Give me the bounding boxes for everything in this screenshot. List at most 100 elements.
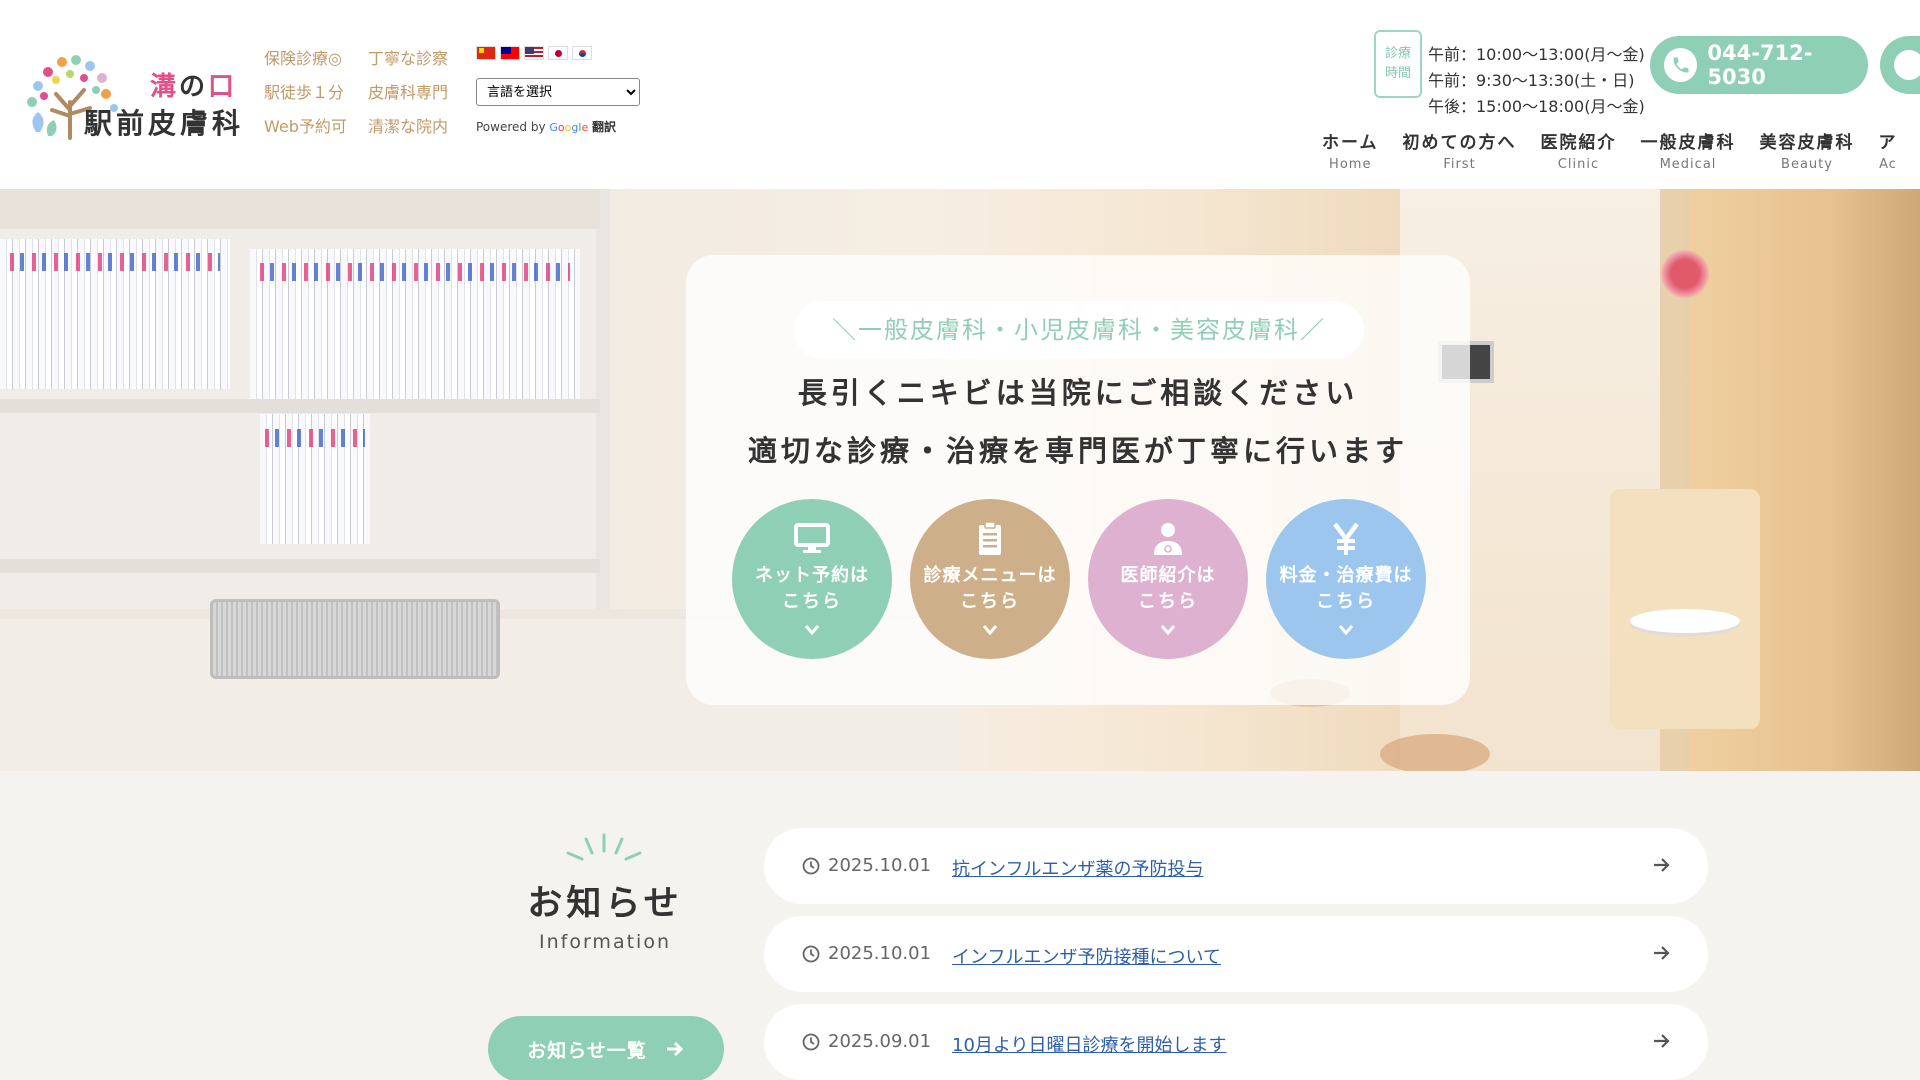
button-label-line2: こちら — [782, 591, 842, 612]
nav-label: ア — [1878, 133, 1898, 153]
nav-label: 初めての方へ — [1402, 133, 1517, 153]
button-label-line2: こちら — [1316, 591, 1376, 612]
news-date: 2025.09.01 — [828, 1031, 932, 1052]
chevron-down-icon — [982, 625, 998, 636]
floor-marker — [1380, 734, 1490, 771]
nav-sublabel: Clinic — [1557, 157, 1600, 172]
hero-heading-line2: 適切な診療・治療を専門医が丁寧に行います — [747, 434, 1408, 468]
doctor-introduction-button[interactable]: 医師紹介は こちら — [1088, 499, 1248, 659]
hours-line: 午前：9:30〜13:30(土・日) — [1428, 71, 1635, 90]
clinic-logo[interactable]: 溝の口 駅前皮膚科 — [18, 50, 248, 140]
news-date: 2025.10.01 — [828, 855, 932, 876]
flag-english-icon[interactable] — [524, 46, 544, 60]
button-label-line2: こちら — [960, 591, 1020, 612]
google-logo: Google — [549, 121, 589, 134]
flag-chinese-icon[interactable] — [476, 46, 496, 60]
hours-badge: 診療 時間 — [1374, 30, 1422, 98]
nav-sublabel: Ac — [1879, 157, 1897, 172]
nav-item-home[interactable]: ホーム Home — [1310, 132, 1391, 176]
nav-item-medical[interactable]: 一般皮膚科 Medical — [1629, 132, 1748, 176]
hours-list: 午前：10:00〜13:00(月〜金) 午前：9:30〜13:30(土・日) 午… — [1428, 42, 1645, 120]
flag-japanese-icon[interactable] — [548, 46, 568, 60]
arrow-right-icon — [666, 1041, 683, 1057]
flag-korean-icon[interactable] — [572, 46, 592, 60]
shelf-top — [0, 189, 600, 229]
logo-text-bottom: 駅前皮膚科 — [84, 107, 245, 140]
news-list-label: お知らせ一覧 — [527, 1039, 647, 1062]
binder-tabs — [10, 253, 220, 271]
phone-number: 044-712-5030 — [1707, 41, 1813, 89]
news-section: お知らせ Information お知らせ一覧 2025.10.01 抗インフル… — [0, 771, 1920, 1080]
nav-label: 美容皮膚科 — [1759, 133, 1855, 153]
hero-section: ＼一般皮膚科・小児皮膚科・美容皮膚科／ 長引くニキビは当院にご相談ください 適切… — [0, 189, 1920, 771]
sparkle-icon — [566, 833, 642, 861]
news-link[interactable]: 10月より日曜日診療を開始します — [952, 1031, 1227, 1057]
doctor-icon — [1154, 523, 1182, 555]
monitor-icon — [794, 523, 830, 553]
chevron-down-icon — [1160, 625, 1176, 636]
nav-item-clinic[interactable]: 医院紹介 Clinic — [1529, 132, 1629, 176]
logo-char-2: の — [179, 72, 209, 102]
online-reservation-button[interactable]: ネット予約は こちら — [732, 499, 892, 659]
arrow-right-icon — [1654, 946, 1670, 960]
button-label-line1: 医師紹介は — [1120, 565, 1216, 586]
nav-item-access[interactable]: ア Ac — [1867, 132, 1910, 176]
language-select[interactable]: 言語を選択 — [476, 78, 640, 106]
nav-sublabel: Medical — [1659, 157, 1717, 172]
nav-label: 医院紹介 — [1540, 133, 1617, 153]
shelf-board — [0, 399, 600, 413]
button-label-line1: ネット予約は — [755, 565, 869, 586]
news-list-button[interactable]: お知らせ一覧 — [488, 1016, 724, 1080]
news-link[interactable]: 抗インフルエンザ薬の予防投与 — [952, 855, 1203, 881]
hero-panel: ＼一般皮膚科・小児皮膚科・美容皮膚科／ 長引くニキビは当院にご相談ください 適切… — [686, 255, 1470, 705]
nav-sublabel: First — [1443, 157, 1476, 172]
feature-item: 駅徒歩１分 — [264, 83, 345, 102]
logo-text-top: 溝の口 — [150, 66, 237, 103]
language-flags — [476, 46, 646, 62]
yen-icon — [1333, 522, 1359, 555]
hero-buttons: ネット予約は こちら 診療メニューは こちら 医師紹介は こちら 料金・治療費は… — [732, 499, 1426, 659]
news-link[interactable]: インフルエンザ予防接種について — [952, 943, 1221, 969]
feature-item: 保険診療◎ — [264, 49, 342, 68]
news-item[interactable]: 2025.10.01 抗インフルエンザ薬の予防投与 — [764, 828, 1708, 904]
powered-by-google: Powered by Google 翻訳 — [476, 118, 646, 135]
feature-item: 清潔な院内 — [368, 117, 449, 136]
button-label-line1: 料金・治療費は — [1279, 565, 1413, 586]
news-heading: お知らせ — [527, 884, 683, 924]
binder-tabs — [260, 263, 570, 281]
flower-decoration — [1660, 249, 1710, 299]
news-date: 2025.10.01 — [828, 943, 932, 964]
web-reservation-button[interactable] — [1880, 36, 1920, 94]
translate-label[interactable]: 翻訳 — [592, 120, 616, 134]
feature-list: 保険診療◎ 丁寧な診察 駅徒歩１分 皮膚科専門 Web予約可 清潔な院内 — [264, 48, 472, 138]
main-nav: ホーム Home 初めての方へ First 医院紹介 Clinic 一般皮膚科 Medi… — [1310, 132, 1910, 176]
nav-item-beauty[interactable]: 美容皮膚科 Beauty — [1748, 132, 1867, 176]
translate-widget: 言語を選択 Powered by Google 翻訳 — [476, 46, 646, 135]
logo-char-1: 溝 — [150, 72, 180, 102]
logo-char-3: 口 — [208, 72, 238, 102]
nav-label: 一般皮膚科 — [1640, 133, 1736, 153]
stool — [1630, 609, 1740, 633]
fees-button[interactable]: 料金・治療費は こちら — [1266, 499, 1426, 659]
treatment-menu-button[interactable]: 診療メニューは こちら — [910, 499, 1070, 659]
nav-label: ホーム — [1322, 133, 1379, 153]
phone-button[interactable]: 044-712-5030 — [1650, 36, 1868, 94]
button-label-line2: こちら — [1138, 591, 1198, 612]
arrow-right-icon — [1654, 1034, 1670, 1048]
panel-heater — [210, 599, 500, 679]
powered-by-label: Powered by — [476, 120, 546, 134]
hours-badge-line1: 診療 — [1384, 46, 1411, 61]
hero-tagline: ＼一般皮膚科・小児皮膚科・美容皮膚科／ — [794, 301, 1364, 359]
hours-line: 午前：10:00〜13:00(月〜金) — [1428, 45, 1645, 64]
news-subheading: Information — [539, 931, 671, 953]
nav-sublabel: Home — [1329, 157, 1372, 172]
clock-icon — [802, 857, 820, 875]
site-header: 溝の口 駅前皮膚科 保険診療◎ 丁寧な診察 駅徒歩１分 皮膚科専門 Web予約可… — [0, 0, 1920, 189]
nav-item-first[interactable]: 初めての方へ First — [1391, 132, 1529, 176]
chevron-down-icon — [804, 625, 820, 636]
news-list: 2025.10.01 抗インフルエンザ薬の予防投与 2025.10.01 インフ… — [764, 828, 1708, 1080]
news-item[interactable]: 2025.09.01 10月より日曜日診療を開始します — [764, 1004, 1708, 1080]
flag-taiwan-icon[interactable] — [500, 46, 520, 60]
shelf-board — [0, 559, 600, 573]
news-item[interactable]: 2025.10.01 インフルエンザ予防接種について — [764, 916, 1708, 992]
